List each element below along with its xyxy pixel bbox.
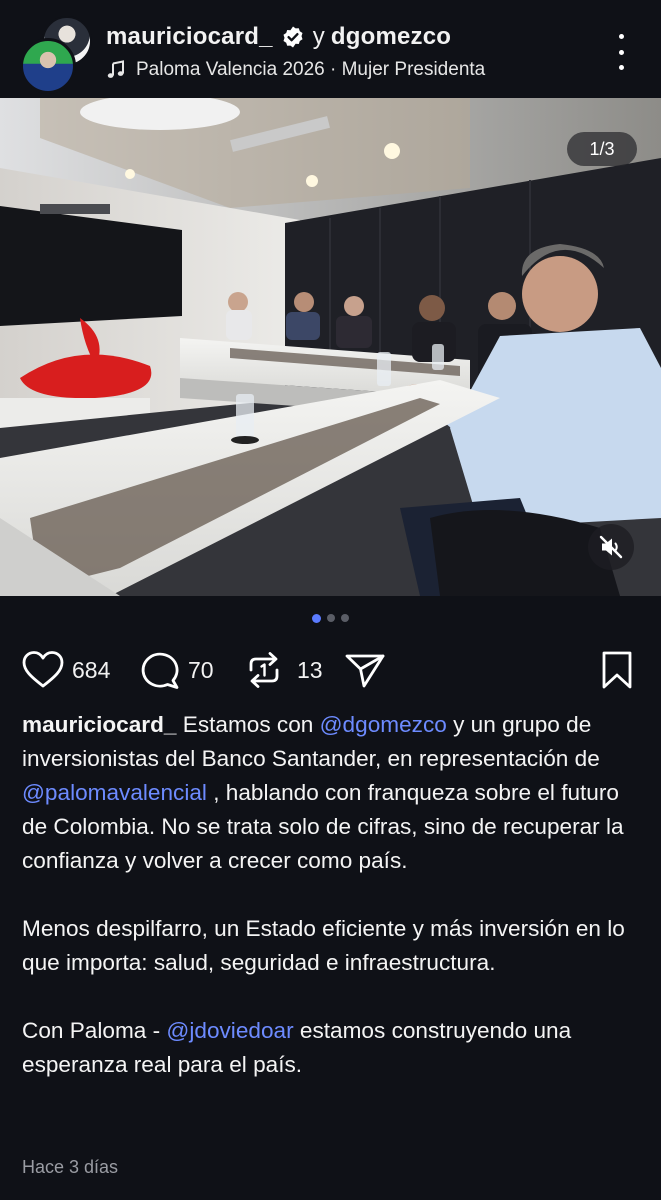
caption-author[interactable]: mauriciocard_ bbox=[22, 712, 176, 737]
repost-button[interactable]: 13 bbox=[245, 646, 323, 694]
music-text: Paloma Valencia 2026 · Mujer Presidenta bbox=[136, 59, 486, 80]
caption-paragraph: Menos despilfarro, un Estado eficiente y… bbox=[22, 916, 625, 975]
more-dot-icon bbox=[618, 65, 624, 70]
author-username[interactable]: mauriciocard_ bbox=[106, 23, 273, 51]
save-button[interactable] bbox=[600, 646, 634, 694]
repost-count: 13 bbox=[297, 656, 323, 683]
comment-bubble-icon bbox=[141, 652, 179, 689]
mention-link[interactable]: @dgomezco bbox=[320, 712, 447, 737]
header-title: mauriciocard_ y dgomezco bbox=[106, 20, 451, 54]
header-conjunction: y bbox=[312, 23, 325, 50]
carousel-dot bbox=[341, 614, 349, 622]
more-dot-icon bbox=[618, 34, 624, 39]
send-icon bbox=[345, 654, 385, 688]
avatar-group[interactable] bbox=[20, 16, 92, 94]
mention-link[interactable]: @palomavalencial bbox=[22, 780, 207, 805]
share-button[interactable] bbox=[344, 646, 386, 694]
author-avatar[interactable] bbox=[20, 38, 76, 94]
carousel-indicator bbox=[0, 613, 661, 623]
more-dot-icon bbox=[618, 49, 624, 55]
coauthor-username[interactable]: dgomezco bbox=[331, 23, 451, 51]
carousel-dot-active bbox=[312, 613, 321, 623]
speaker-muted-icon bbox=[599, 535, 623, 559]
carousel-dot bbox=[327, 614, 335, 622]
mute-button[interactable] bbox=[588, 524, 634, 570]
like-button[interactable]: 684 bbox=[22, 646, 110, 694]
comment-button[interactable]: 70 bbox=[140, 646, 214, 694]
post-header: mauriciocard_ y dgomezco Paloma Valencia… bbox=[0, 0, 661, 98]
caption-text: Estamos con bbox=[176, 712, 320, 737]
action-bar: 684 70 13 bbox=[20, 646, 640, 694]
caption-paragraph: mauriciocard_ Estamos con @dgomezco y un… bbox=[22, 708, 642, 878]
repost-icon bbox=[249, 652, 279, 688]
image-counter: 1/3 bbox=[567, 132, 637, 166]
caption-text: Con Paloma - bbox=[22, 1018, 167, 1043]
post-image[interactable]: 1/3 bbox=[0, 98, 661, 596]
verified-badge-icon bbox=[283, 26, 303, 48]
meeting-room-photo bbox=[0, 98, 661, 596]
more-options-button[interactable] bbox=[604, 34, 638, 70]
music-info[interactable]: Paloma Valencia 2026 · Mujer Presidenta bbox=[106, 56, 485, 84]
post-caption: mauriciocard_ Estamos con @dgomezco y un… bbox=[22, 708, 642, 1082]
post-timestamp: Hace 3 días bbox=[22, 1157, 119, 1177]
mention-link[interactable]: @jdoviedoar bbox=[166, 1018, 293, 1043]
caption-paragraph: Con Paloma - @jdoviedoar estamos constru… bbox=[22, 1014, 642, 1082]
bookmark-icon bbox=[602, 651, 632, 689]
music-note-icon bbox=[107, 60, 124, 78]
comment-count: 70 bbox=[188, 656, 214, 683]
like-count: 684 bbox=[72, 656, 111, 683]
heart-icon bbox=[22, 651, 64, 688]
